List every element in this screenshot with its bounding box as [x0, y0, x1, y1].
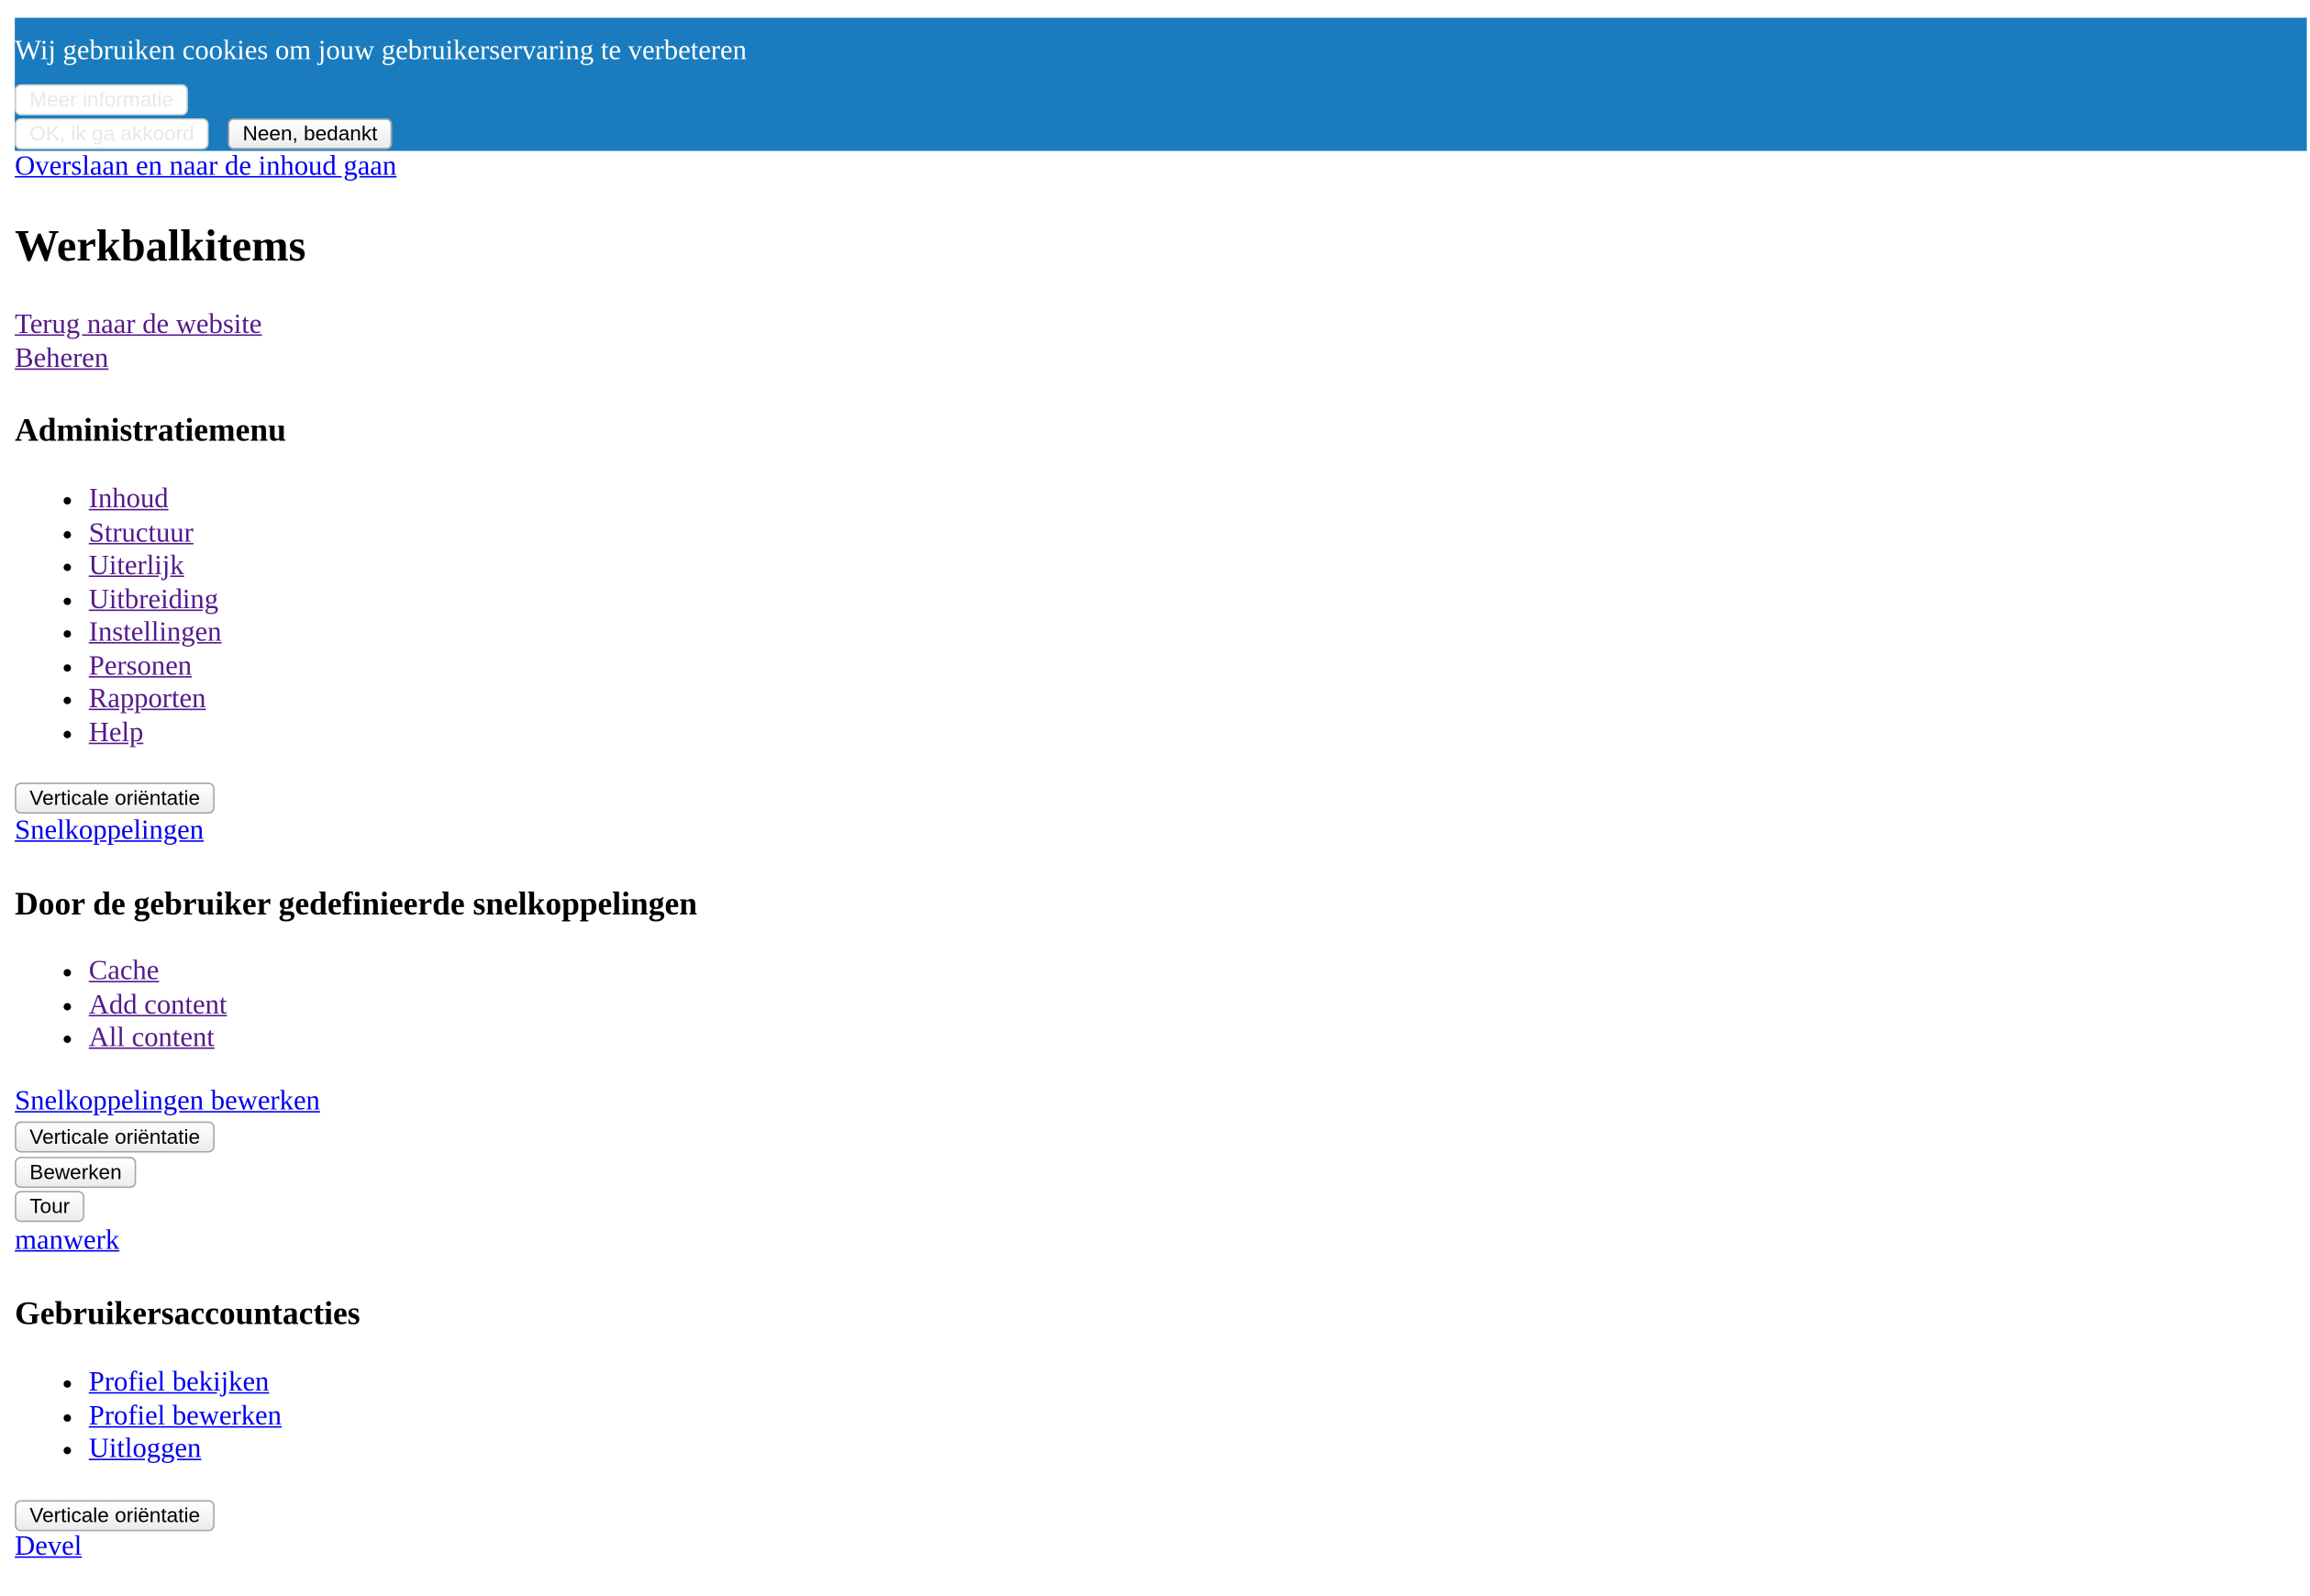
back-to-site-link[interactable]: Terug naar de website [15, 309, 261, 341]
admin-menu-item-inhoud[interactable]: Inhoud [89, 483, 169, 515]
admin-menu-item-rapporten[interactable]: Rapporten [89, 683, 206, 715]
list-item: Instellingen [89, 617, 222, 650]
user-actions-list: Profiel bekijken Profiel bewerken Uitlog… [15, 1367, 282, 1467]
user-actions-heading: Gebruikersaccountacties [15, 1294, 361, 1332]
admin-menu-item-instellingen[interactable]: Instellingen [89, 617, 222, 648]
more-info-button[interactable]: Meer informatie [15, 83, 189, 116]
manage-link[interactable]: Beheren [15, 343, 108, 375]
list-item: Inhoud [89, 483, 222, 516]
list-item: Help [89, 716, 222, 749]
shortcut-add-content[interactable]: Add content [89, 989, 228, 1020]
list-item: Profiel bewerken [89, 1401, 282, 1434]
skip-to-content-link[interactable]: Overslaan en naar de inhoud gaan [15, 151, 396, 183]
tour-button[interactable]: Tour [15, 1191, 85, 1223]
shortcut-cache[interactable]: Cache [89, 956, 160, 987]
list-item: Uiterlijk [89, 550, 222, 583]
user-orientation-button[interactable]: Verticale oriëntatie [15, 1500, 216, 1532]
shortcuts-tab-link[interactable]: Snelkoppelingen [15, 815, 204, 848]
admin-menu-item-personen[interactable]: Personen [89, 650, 192, 682]
list-item: Uitbreiding [89, 583, 222, 616]
admin-menu-heading: Administratiemenu [15, 411, 286, 449]
list-item: Uitloggen [89, 1434, 282, 1467]
admin-menu-item-uiterlijk[interactable]: Uiterlijk [89, 550, 184, 582]
list-item: Cache [89, 956, 228, 989]
list-item: Structuur [89, 517, 222, 550]
list-item: All content [89, 1023, 228, 1056]
list-item: Personen [89, 650, 222, 683]
shortcuts-list: Cache Add content All content [15, 956, 228, 1056]
shortcut-all-content[interactable]: All content [89, 1023, 215, 1054]
list-item: Profiel bekijken [89, 1367, 282, 1400]
logout-link[interactable]: Uitloggen [89, 1434, 202, 1465]
shortcuts-orientation-button[interactable]: Verticale oriëntatie [15, 1121, 216, 1153]
toolbar-heading: Werkbalkitems [15, 221, 306, 272]
devel-link[interactable]: Devel [15, 1531, 82, 1563]
agree-button[interactable]: OK, ik ga akkoord [15, 118, 209, 150]
shortcuts-heading: Door de gebruiker gedefinieerde snelkopp… [15, 884, 697, 922]
cookie-banner: Wij gebruiken cookies om jouw gebruikers… [15, 17, 2307, 151]
edit-shortcuts-link[interactable]: Snelkoppelingen bewerken [15, 1086, 320, 1118]
admin-menu-item-help[interactable]: Help [89, 716, 144, 748]
list-item: Add content [89, 989, 228, 1022]
admin-menu-orientation-button[interactable]: Verticale oriëntatie [15, 782, 216, 815]
decline-button[interactable]: Neen, bedankt [228, 118, 393, 150]
edit-profile-link[interactable]: Profiel bewerken [89, 1401, 282, 1432]
admin-menu-item-uitbreiding[interactable]: Uitbreiding [89, 583, 218, 615]
view-profile-link[interactable]: Profiel bekijken [89, 1367, 270, 1398]
cookie-message: Wij gebruiken cookies om jouw gebruikers… [15, 35, 747, 67]
user-account-link[interactable]: manwerk [15, 1225, 119, 1257]
list-item: Rapporten [89, 683, 222, 716]
admin-menu-list: Inhoud Structuur Uiterlijk Uitbreiding I… [15, 483, 222, 749]
admin-menu-item-structuur[interactable]: Structuur [89, 517, 194, 549]
edit-button[interactable]: Bewerken [15, 1157, 137, 1189]
